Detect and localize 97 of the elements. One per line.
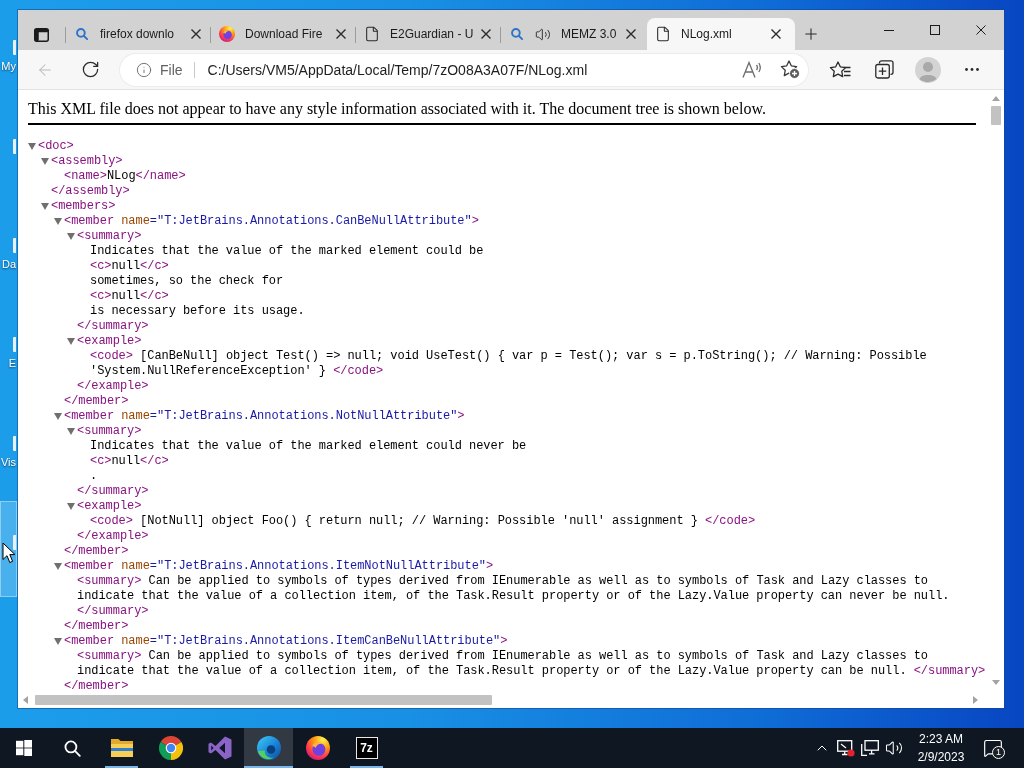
minimize-icon [884,29,894,31]
star-list-icon [829,61,851,78]
xml-text: sometimes, so the check for [90,274,284,289]
xml-close-tag: </member> [64,679,129,692]
xml-open-tag: <summary> [77,424,142,439]
close-icon [336,29,346,39]
xml-notice: This XML file does not appear to have any style information associated with it. The document tree is shown below. [28,100,766,118]
disclosure-triangle-icon[interactable] [41,203,49,210]
monitor-icon [861,740,879,756]
search-icon [76,28,88,40]
info-icon [136,61,152,78]
disclosure-triangle-icon[interactable] [54,638,62,645]
disclosure-triangle-icon[interactable] [67,233,75,240]
read-aloud-icon [742,61,762,78]
browser-tab[interactable]: firefox downlo [66,18,210,50]
close-icon [626,29,636,39]
disclosure-triangle-icon[interactable] [54,563,62,570]
browser-tab[interactable]: NLog.xml [647,18,795,50]
search-icon [511,28,523,40]
xml-open-tag: <summary> [77,229,142,244]
address-field[interactable]: File C:/Users/VM5/AppData/Local/Temp/7zO08A3A07F/NLog.xml [120,53,808,86]
tab-actions-icon [33,28,49,42]
xml-text: Indicates that the value of the marked element could be [90,244,484,259]
xml-element: <c>null</c> [90,259,169,274]
xml-element: <summary> Can be applied to symbols of types derived from IEnumerable as well as to symbols of Task and Lazy classes to indicate that the value of a collection item, of the Task.Result property or of the Lazy.Value property can never be null. </summary> [77,574,951,619]
disclosure-triangle-icon[interactable] [67,338,75,345]
xml-open-tag: <member name="T:JetBrains.Annotations.CanBeNullAttribute"> [64,214,479,229]
fox-globe-icon [219,26,235,42]
xml-text: . [90,469,98,484]
clock-time[interactable]: 2:23 AM [919,730,963,748]
page-icon [655,26,671,42]
fox-globe-icon [305,736,330,760]
scrollbar-thumb[interactable] [35,695,492,705]
xml-element: <code> [CanBeNull] object Test() => null; void UseTest() { var p = Test(); var s = p.ToString(); // Warning: Possible 'System.NullReferenceException' } </code> [90,349,928,379]
start-logo-icon [16,740,32,756]
scrollbar-thumb[interactable] [991,106,1001,125]
close-icon [976,25,986,35]
xml-element: <c>null</c> [90,289,169,304]
xml-close-tag: </summary> [77,319,149,334]
disclosure-triangle-icon[interactable] [67,503,75,510]
xml-close-tag: </example> [77,379,149,394]
taskbar-app-button[interactable] [244,728,293,768]
notifications-button[interactable]: 1 [976,728,1010,768]
xml-open-tag: <example> [77,334,142,349]
refresh-icon [80,60,100,79]
xml-element: <c>null</c> [90,454,169,469]
collections-icon [874,60,894,79]
tricolor-circle-icon [158,736,183,760]
disclosure-triangle-icon[interactable] [67,428,75,435]
mouse-cursor-icon [2,542,16,564]
maximize-icon [930,25,940,35]
xml-text: Indicates that the value of the marked element could never be [90,439,527,454]
close-icon [191,29,201,39]
archive-logo-tile: 7z [355,737,378,759]
star-plus-icon [780,60,800,79]
taskbar-app-button[interactable]: 7z [342,728,391,768]
xml-close-tag: </summary> [77,484,149,499]
xml-text: is necessary before its usage. [90,304,305,319]
close-icon [771,29,781,39]
alert-monitor-icon [837,739,855,757]
xml-close-tag: </assembly> [51,184,130,199]
xml-close-tag: </example> [77,529,149,544]
xml-open-tag: <members> [51,199,116,214]
plus-icon [802,25,820,43]
disclosure-triangle-icon[interactable] [41,158,49,165]
xml-open-tag: <doc> [38,139,74,154]
xml-close-tag: </member> [64,394,129,409]
xml-element: <name>NLog</name> [64,169,186,184]
xml-open-tag: <member name="T:JetBrains.Annotations.ItemNotNullAttribute"> [64,559,494,574]
browser-tab[interactable]: Download Fire [211,18,355,50]
disclosure-triangle-icon[interactable] [28,143,36,150]
xml-open-tag: <assembly> [51,154,123,169]
xml-open-tag: <member name="T:JetBrains.Annotations.NotNullAttribute"> [64,409,465,424]
site-info-button[interactable]: File [136,61,183,78]
close-icon [481,29,491,39]
page-icon [364,26,380,42]
browser-tab[interactable]: E2Guardian - U [356,18,500,50]
browser-tab[interactable]: MEMZ 3.0 [501,18,645,50]
search-icon [63,739,81,757]
xml-close-tag: </member> [64,619,129,634]
wave-logo-icon [256,736,281,760]
message-icon [983,738,1003,758]
notification-count: 1 [992,746,1005,759]
xml-open-tag: <example> [77,499,142,514]
more-icon [965,68,979,71]
xml-close-tag: </member> [64,544,129,559]
xml-open-tag: <member name="T:JetBrains.Annotations.ItemCanBeNullAttribute"> [64,634,508,649]
folder-icon [109,738,134,758]
avatar-icon [915,56,941,83]
disclosure-triangle-icon[interactable] [54,218,62,225]
selected-desktop-item[interactable] [0,501,17,597]
speaker-icon [885,739,903,757]
disclosure-triangle-icon[interactable] [54,413,62,420]
xml-element: <code> [NotNull] object Foo() { return null; // Warning: Possible 'null' assignment } </code> [90,514,756,529]
xml-element: <summary> Can be applied to symbols of types derived from IEnumerable as well as to symbols of Task and Lazy classes to indicate that the value of a collection item, of the Task.Result property or of the Lazy.Value property can be null. </summary> [77,649,987,679]
clock-date[interactable]: 2/9/2023 [917,748,965,766]
ribbon-logo-icon [207,736,232,760]
